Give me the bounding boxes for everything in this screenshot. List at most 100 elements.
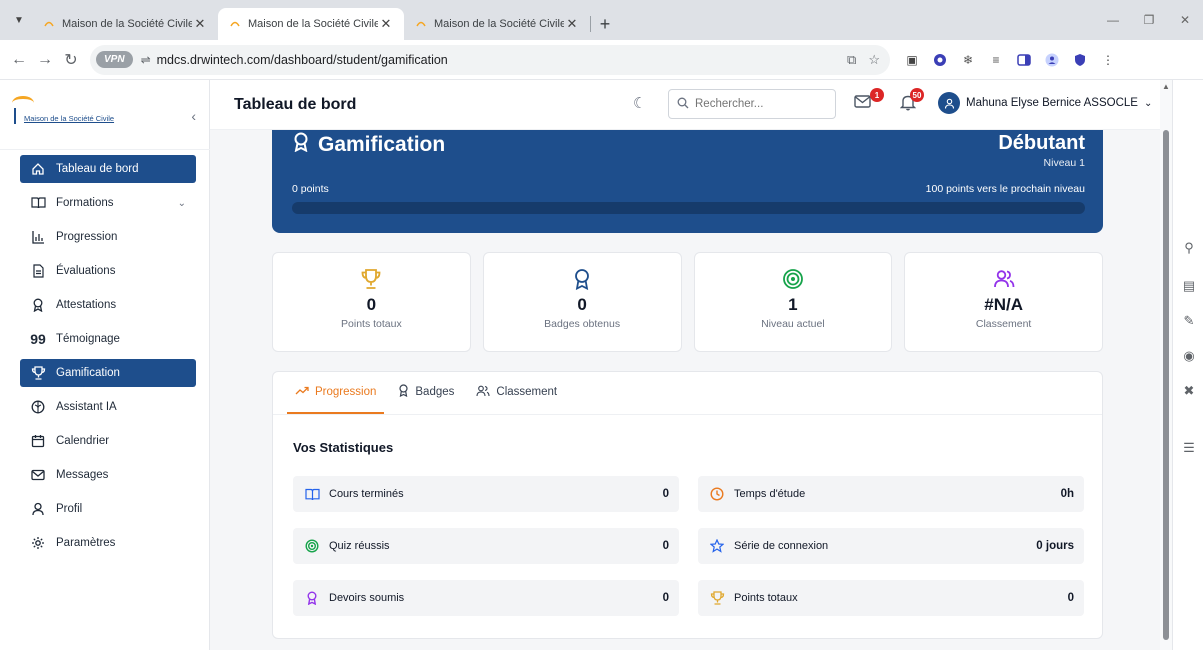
close-tab-icon[interactable]: ✕ xyxy=(192,16,208,32)
edit-icon[interactable]: ✎ xyxy=(1181,313,1197,329)
sidepanel-toggle-icon[interactable] xyxy=(1016,52,1032,68)
cast-icon[interactable]: ▣ xyxy=(904,52,920,68)
reading-list-icon[interactable]: ≡ xyxy=(988,52,1004,68)
sidebar-item-parametres[interactable]: Paramètres xyxy=(20,529,196,557)
browser-tab[interactable]: Maison de la Société Civile - Pla ✕ xyxy=(404,8,590,40)
level-name: Débutant xyxy=(998,132,1085,154)
sidebar-item-label: Tableau de bord xyxy=(56,163,139,175)
star-icon xyxy=(708,539,726,553)
browser-tab[interactable]: Maison de la Société Civile - Pla ✕ xyxy=(32,8,218,40)
search-input[interactable] xyxy=(695,98,825,110)
user-icon xyxy=(28,502,48,516)
tools-icon[interactable]: ✖ xyxy=(1181,383,1197,399)
tab-title: Maison de la Société Civile - Pla xyxy=(434,18,564,30)
back-icon[interactable]: ← xyxy=(6,47,32,73)
quote-icon: 99 xyxy=(30,331,46,347)
collapse-sidebar-icon[interactable]: ‹ xyxy=(191,108,196,124)
main-content: Gamification Débutant Niveau 1 0 points … xyxy=(210,130,1160,650)
gamepad-icon[interactable]: ◉ xyxy=(1181,348,1197,364)
sidebar-item-label: Attestations xyxy=(56,299,117,311)
sidebar-item-calendrier[interactable]: Calendrier xyxy=(20,427,196,455)
row-value: 0 jours xyxy=(1036,540,1074,552)
stat-value: 0 xyxy=(366,295,377,314)
stat-card-points: 0 Points totaux xyxy=(272,252,471,352)
omnibox[interactable]: VPN ⇌ mdcs.drwintech.com/dashboard/stude… xyxy=(90,44,890,75)
page-title: Tableau de bord xyxy=(234,96,357,113)
sidebar-item-label: Progression xyxy=(56,231,118,243)
close-tab-icon[interactable]: ✕ xyxy=(378,16,394,32)
forward-icon[interactable]: → xyxy=(32,47,58,73)
profile-icon[interactable] xyxy=(1044,52,1060,68)
reload-icon[interactable]: ↻ xyxy=(58,47,84,73)
install-app-icon[interactable]: ⧉ xyxy=(847,52,856,68)
shield-extension-icon[interactable] xyxy=(932,52,948,68)
tab-label: Badges xyxy=(415,386,455,398)
logo[interactable]: Maison de la Société Civile xyxy=(10,90,150,140)
stat-label: Niveau actuel xyxy=(761,318,825,330)
close-window-icon[interactable]: ✕ xyxy=(1167,0,1203,40)
sidebar-item-label: Gamification xyxy=(56,367,120,379)
stat-value: #N/A xyxy=(984,295,1023,314)
hero-title-text: Gamification xyxy=(318,133,446,156)
stat-value: 1 xyxy=(788,295,798,314)
stat-row-total-points: Points totaux 0 xyxy=(698,580,1084,616)
puzzle-extension-icon[interactable]: ❄ xyxy=(960,52,976,68)
trophy-icon xyxy=(708,591,726,605)
sidebar-item-attestations[interactable]: Attestations xyxy=(20,291,196,319)
sidebar-item-temoignage[interactable]: 99 Témoignage xyxy=(20,325,196,353)
sidebar-item-formations[interactable]: Formations ⌄ xyxy=(20,189,196,217)
award-icon xyxy=(292,132,310,158)
sidebar-item-messages[interactable]: Messages xyxy=(20,461,196,489)
vpn-chip[interactable]: VPN xyxy=(96,51,133,68)
stats-row: 0 Points totaux 0 Badges obtenus 1 Nivea… xyxy=(272,252,1103,352)
stat-row-courses: Cours terminés 0 xyxy=(293,476,679,512)
stat-card-badges: 0 Badges obtenus xyxy=(482,252,682,352)
sidebar-item-label: Messages xyxy=(56,469,109,481)
bookmark-star-icon[interactable]: ☆ xyxy=(868,52,880,68)
tab-search-icon[interactable]: ▼ xyxy=(6,6,32,34)
scroll-up-icon[interactable]: ▲ xyxy=(1162,82,1170,91)
url-text[interactable]: mdcs.drwintech.com/dashboard/student/gam… xyxy=(157,53,448,67)
browser-menu-icon[interactable]: ⋮ xyxy=(1100,52,1116,68)
sliders-icon[interactable]: ☰ xyxy=(1181,440,1197,456)
dark-mode-toggle-icon[interactable]: ☾ xyxy=(633,94,646,112)
browser-tab-active[interactable]: Maison de la Société Civile - Pla ✕ xyxy=(218,8,404,40)
minimize-icon[interactable]: — xyxy=(1095,0,1131,40)
sidebar-item-profil[interactable]: Profil xyxy=(20,495,196,523)
tab-label: Classement xyxy=(496,386,558,398)
new-tab-icon[interactable]: + xyxy=(591,10,619,38)
address-bar: ← → ↻ VPN ⇌ mdcs.drwintech.com/dashboard… xyxy=(0,40,1203,80)
level-progress-bar xyxy=(292,202,1085,214)
messages-count-badge: 1 xyxy=(870,88,884,102)
favicon-icon xyxy=(414,17,428,31)
tab-badges[interactable]: Badges xyxy=(390,372,462,414)
search-box[interactable] xyxy=(668,89,836,119)
notifications-count-badge: 50 xyxy=(910,88,924,102)
reading-mode-icon[interactable]: ▤ xyxy=(1181,278,1197,294)
sidebar-item-evaluations[interactable]: Évaluations xyxy=(20,257,196,285)
sidebar-item-tableau-de-bord[interactable]: Tableau de bord xyxy=(20,155,196,183)
row-value: 0 xyxy=(662,540,669,552)
sidebar: Maison de la Société Civile ‹ Tableau de… xyxy=(0,80,210,650)
sidebar-item-label: Assistant IA xyxy=(56,401,117,413)
sidebar-item-gamification[interactable]: Gamification xyxy=(20,359,196,387)
search-panel-icon[interactable]: ⚲ xyxy=(1181,240,1197,256)
stat-row-study-time: Temps d'étude 0h xyxy=(698,476,1084,512)
tab-progression[interactable]: Progression xyxy=(287,372,385,414)
tab-label: Progression xyxy=(315,386,377,398)
page-scrollbar[interactable]: ▲ xyxy=(1160,80,1172,650)
stat-label: Points totaux xyxy=(341,318,402,330)
chevron-down-icon[interactable]: ⌄ xyxy=(178,198,186,209)
sidebar-item-progression[interactable]: Progression xyxy=(20,223,196,251)
brain-icon xyxy=(28,400,48,414)
vpn-shield-icon[interactable] xyxy=(1072,52,1088,68)
restore-icon[interactable]: ❐ xyxy=(1131,0,1167,40)
tab-classement[interactable]: Classement xyxy=(468,372,565,414)
users-icon xyxy=(993,267,1015,291)
close-tab-icon[interactable]: ✕ xyxy=(564,16,580,32)
row-value: 0 xyxy=(1067,592,1074,604)
scrollbar-thumb[interactable] xyxy=(1163,130,1169,640)
sidebar-item-assistant-ia[interactable]: Assistant IA xyxy=(20,393,196,421)
site-info-icon[interactable]: ⇌ xyxy=(141,53,151,67)
user-menu[interactable]: Mahuna Elyse Bernice ASSOCLE ⌄ xyxy=(938,92,1152,114)
